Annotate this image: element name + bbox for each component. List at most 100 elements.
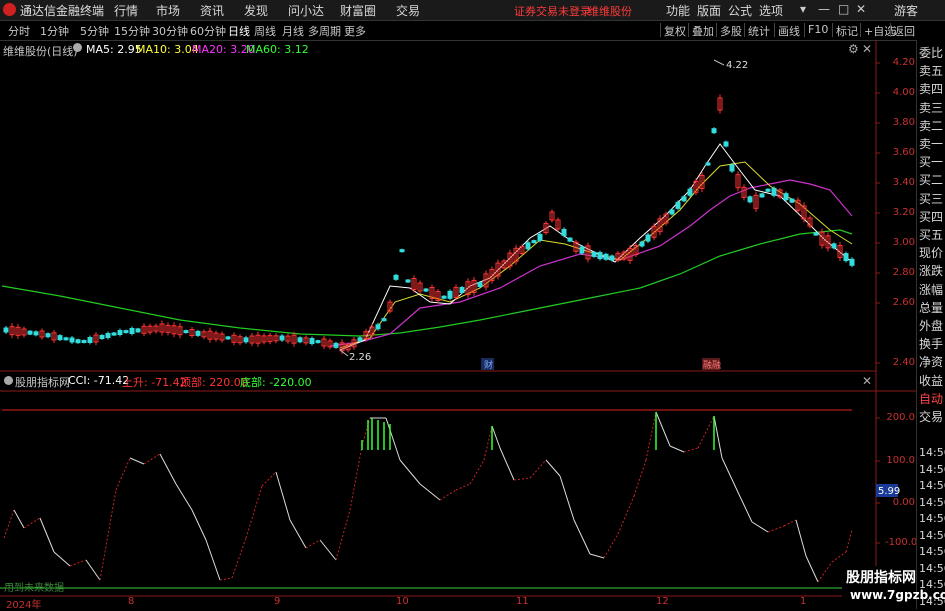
btn-back[interactable]: 返回 <box>893 23 915 39</box>
menu-function[interactable]: 功能 <box>666 2 690 19</box>
indicator-name[interactable]: 股朋指标网 <box>15 374 70 390</box>
cci-segment <box>767 525 785 533</box>
dropdown-icon[interactable]: ▾ <box>800 2 806 16</box>
side-panel-item[interactable]: 收益 <box>919 372 945 389</box>
login-alert[interactable]: 证券交易未登录 <box>514 3 591 19</box>
side-panel-item[interactable]: 现价 <box>919 244 945 261</box>
price-label: 2.60 <box>892 297 915 308</box>
event-marker-finance-label[interactable]: 财 <box>484 359 493 371</box>
period-weekly[interactable]: 周线 <box>254 23 276 39</box>
side-panel-item[interactable]: 换手 <box>919 335 945 352</box>
cci-segment <box>469 459 485 485</box>
side-panel-item[interactable]: 卖一 <box>919 135 945 152</box>
period-daily[interactable]: 日线 <box>228 23 250 39</box>
settings-dot-icon[interactable] <box>73 43 82 52</box>
period-multi[interactable]: 多周期 <box>308 23 341 39</box>
maximize-icon[interactable]: □ <box>838 2 849 16</box>
side-panel-item[interactable]: 14:56 <box>919 479 945 492</box>
indicator-settings-dot-icon[interactable] <box>4 376 13 385</box>
side-panel-item[interactable]: 14:56 <box>919 496 945 509</box>
side-panel-item[interactable]: 买二 <box>919 171 945 188</box>
side-panel-item[interactable]: 14:56 <box>919 545 945 558</box>
cci-segment <box>13 509 25 529</box>
chart-area[interactable]: 4.22 2.26 财 融融 5.99 用到未来数据 <box>0 40 916 609</box>
btn-mark[interactable]: 标记 <box>836 23 858 39</box>
period-monthly[interactable]: 月线 <box>282 23 304 39</box>
stock-title[interactable]: 维维股份(日线) <box>3 43 78 59</box>
side-panel-item[interactable]: 14:56 <box>919 463 945 476</box>
candle-body <box>243 337 249 343</box>
price-label: 4.00 <box>892 87 915 98</box>
menu-ask-xiaoda[interactable]: 问小达 <box>288 2 324 19</box>
menu-quotes[interactable]: 行情 <box>114 2 138 19</box>
side-panel-item[interactable]: 买五 <box>919 226 945 243</box>
cci-segment <box>191 509 207 541</box>
candle-body <box>225 336 231 340</box>
side-panel-item[interactable]: 14:56 <box>919 529 945 542</box>
close-indicator-icon[interactable]: ✕ <box>862 374 872 388</box>
watermark-title: 股朋指标网 <box>846 570 916 586</box>
candle-body <box>687 188 693 196</box>
menu-options[interactable]: 选项 <box>759 2 783 19</box>
side-panel-item[interactable]: 14:56 <box>919 512 945 525</box>
btn-adjust[interactable]: 复权 <box>664 23 686 39</box>
stock-tag[interactable]: 维维股份 <box>588 3 632 19</box>
side-panel-item[interactable]: 买三 <box>919 190 945 207</box>
candle-body <box>669 209 675 215</box>
ma20-line <box>329 179 853 347</box>
side-panel-item[interactable]: 交易 <box>919 408 945 425</box>
btn-multi-stock[interactable]: 多股 <box>720 23 742 39</box>
cci-segment <box>99 489 117 581</box>
candle-body <box>105 333 111 338</box>
menu-layout[interactable]: 版面 <box>697 2 721 19</box>
event-marker-margin-label[interactable]: 融融 <box>703 360 721 371</box>
menu-wealth-circle[interactable]: 财富圈 <box>340 2 376 19</box>
side-panel-item[interactable]: 14:56 <box>919 562 945 575</box>
period-30min[interactable]: 30分钟 <box>152 23 188 39</box>
candle-body <box>609 255 615 261</box>
guest-label[interactable]: 游客 <box>894 2 918 19</box>
side-panel-item[interactable]: 委比 <box>919 44 945 61</box>
btn-draw[interactable]: 画线 <box>778 23 800 39</box>
period-1min[interactable]: 1分钟 <box>40 23 69 39</box>
rise-value: 上升: -71.42 <box>122 376 187 389</box>
price-label: 3.00 <box>892 237 915 248</box>
cci-segment <box>85 559 101 581</box>
menu-discover[interactable]: 发现 <box>244 2 268 19</box>
side-panel-item[interactable]: 涨跌 <box>919 262 945 279</box>
side-panel-item[interactable]: 涨幅 <box>919 281 945 298</box>
btn-overlay[interactable]: 叠加 <box>692 23 714 39</box>
side-panel-item[interactable]: 14:56 <box>919 446 945 459</box>
side-panel-item[interactable]: 卖四 <box>919 80 945 97</box>
settings-icon[interactable]: ⚙ <box>848 42 859 56</box>
side-panel-item[interactable]: 卖五 <box>919 62 945 79</box>
menu-trade[interactable]: 交易 <box>396 2 420 19</box>
candle-body <box>87 337 93 343</box>
close-pane-icon[interactable]: ✕ <box>862 42 872 56</box>
btn-stats[interactable]: 统计 <box>748 23 770 39</box>
side-panel-item[interactable]: 卖三 <box>919 99 945 116</box>
side-panel-item[interactable]: 买四 <box>919 208 945 225</box>
side-panel-item[interactable]: 净资 <box>919 353 945 370</box>
period-intraday[interactable]: 分时 <box>8 23 30 39</box>
period-5min[interactable]: 5分钟 <box>80 23 109 39</box>
candle-body <box>333 342 339 348</box>
cci-segment <box>645 411 657 461</box>
side-panel-item[interactable]: 自动 <box>919 390 945 407</box>
period-more[interactable]: 更多 <box>344 23 366 39</box>
period-15min[interactable]: 15分钟 <box>114 23 150 39</box>
cci-segment <box>261 471 277 487</box>
btn-f10[interactable]: F10 <box>808 23 828 36</box>
side-panel-item[interactable]: 总量 <box>919 299 945 316</box>
menu-news[interactable]: 资讯 <box>200 2 224 19</box>
close-icon[interactable]: ✕ <box>856 2 866 16</box>
side-panel-item[interactable]: 买一 <box>919 153 945 170</box>
menu-market[interactable]: 市场 <box>156 2 180 19</box>
menu-formula[interactable]: 公式 <box>728 2 752 19</box>
ma5-label: MA5: 2.95 <box>86 43 142 56</box>
side-panel-item[interactable]: 外盘 <box>919 317 945 334</box>
cci-segment <box>129 457 145 465</box>
period-60min[interactable]: 60分钟 <box>190 23 226 39</box>
minimize-icon[interactable]: — <box>818 2 830 16</box>
side-panel-item[interactable]: 卖二 <box>919 117 945 134</box>
